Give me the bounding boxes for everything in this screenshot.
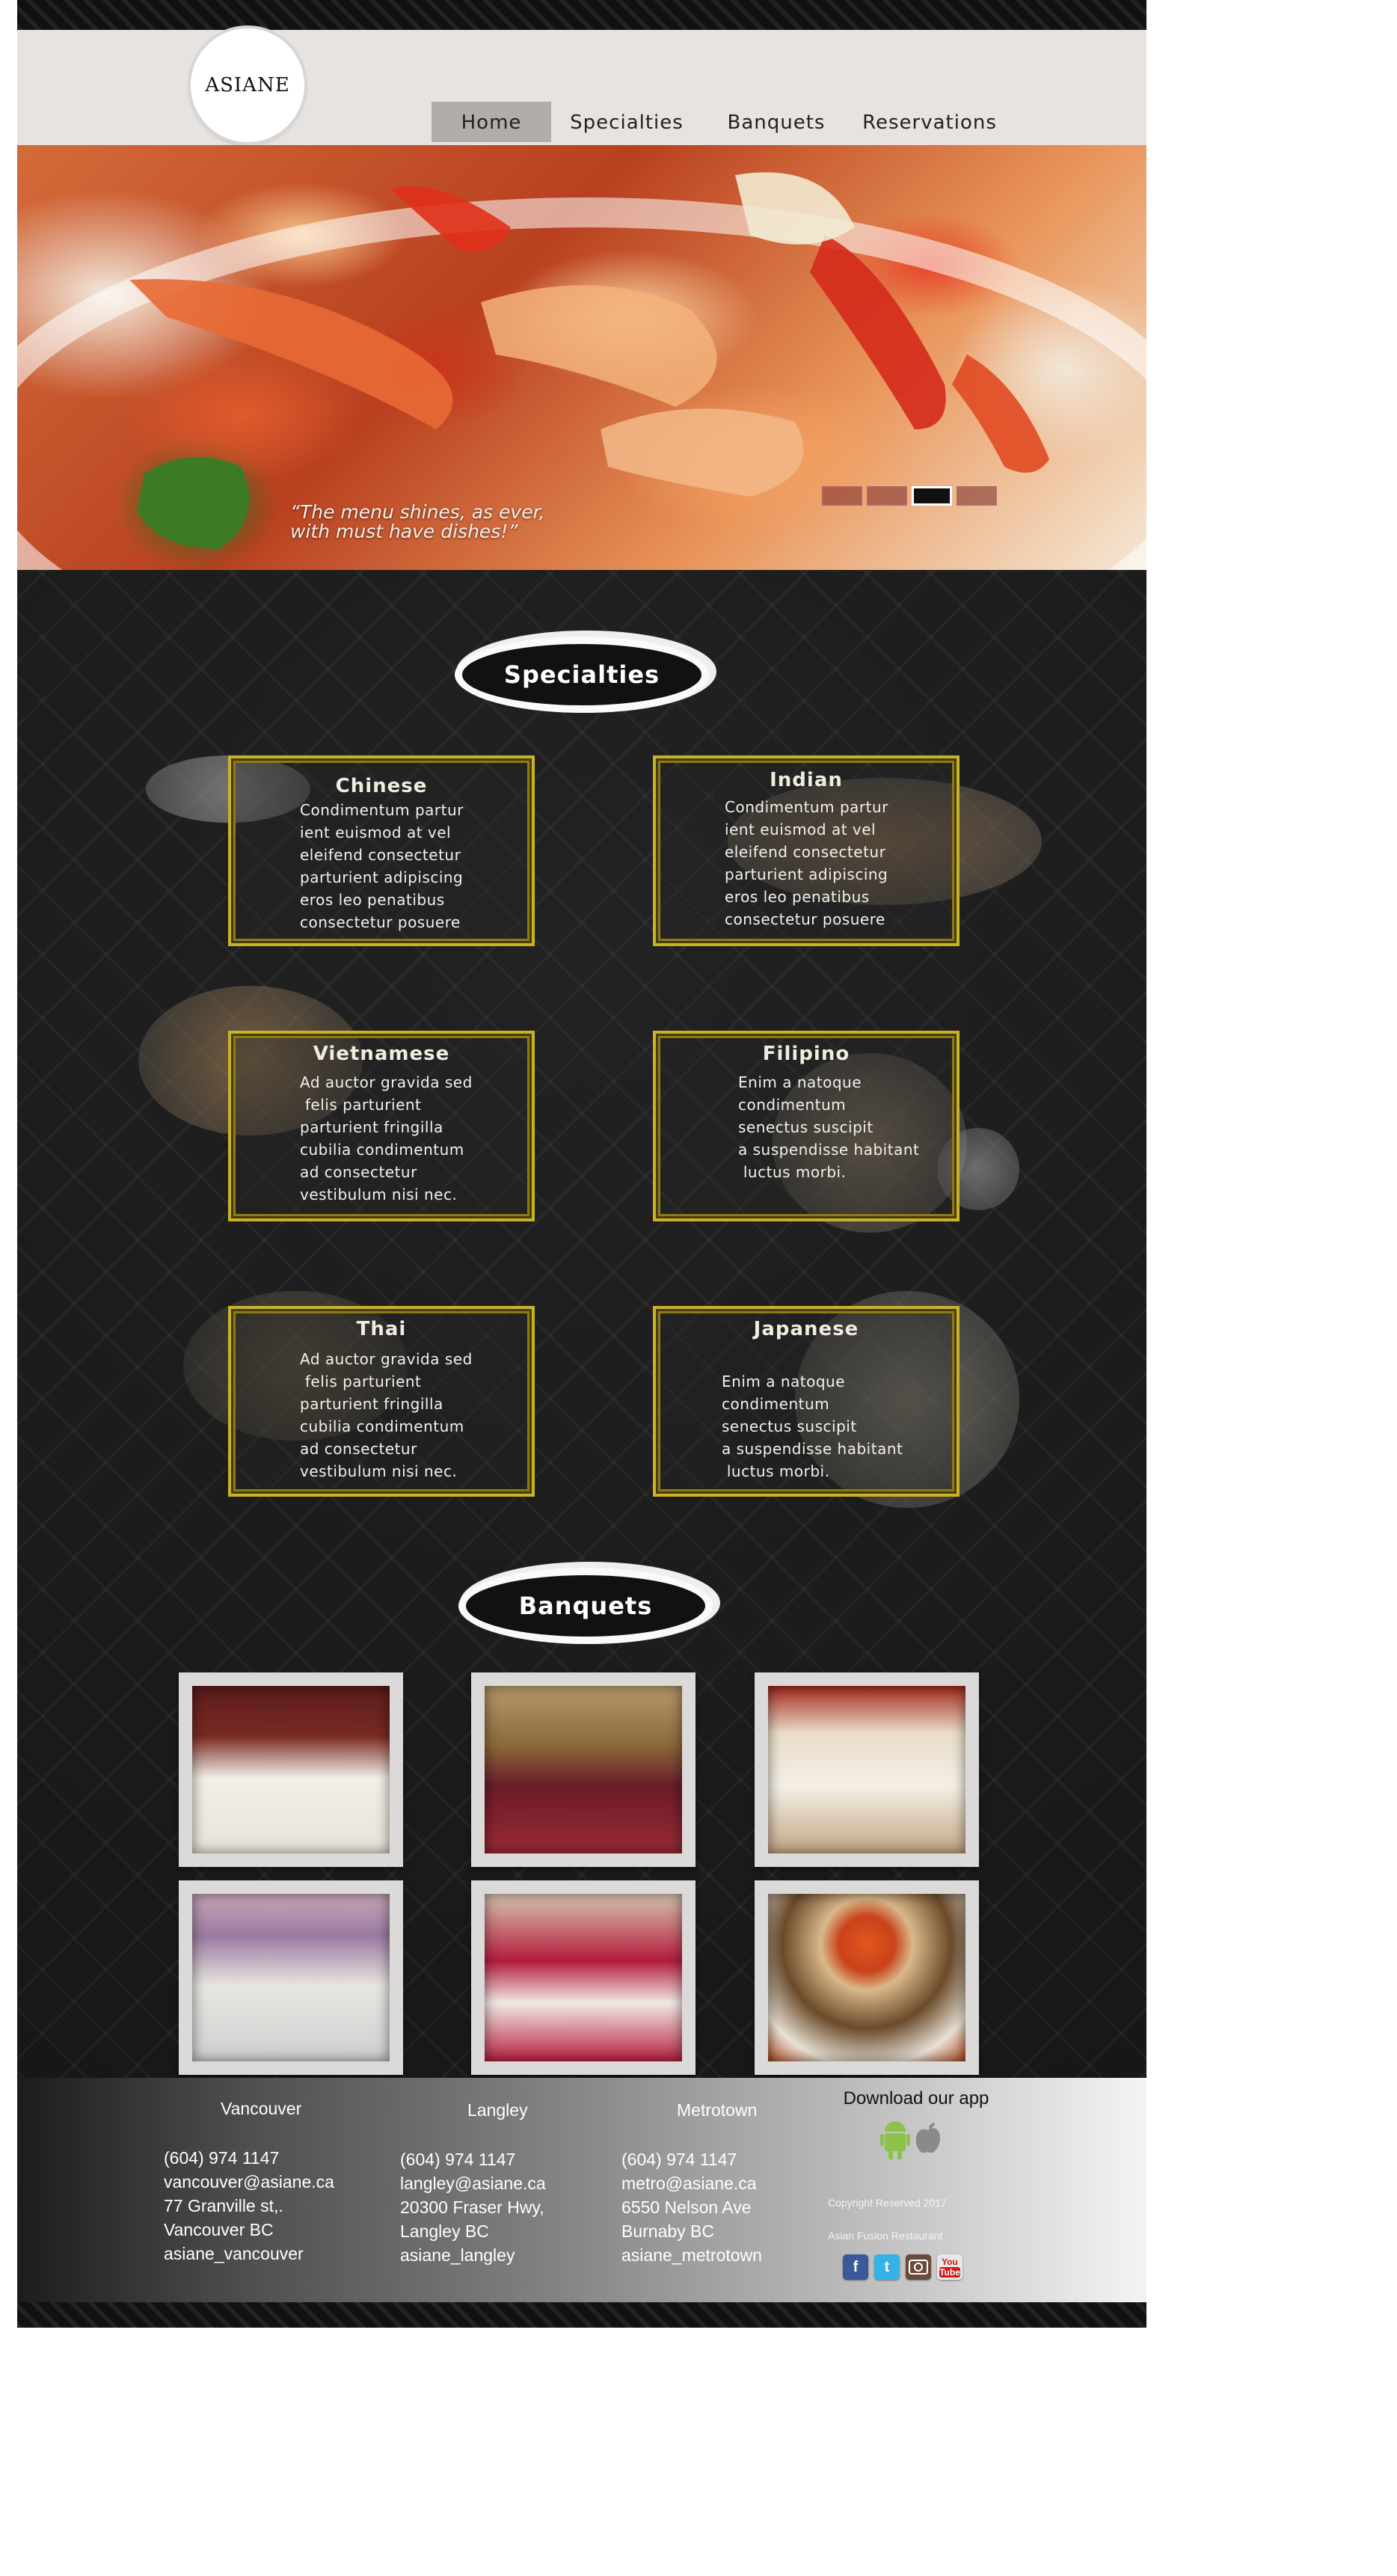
- banquets-heading-badge: Banquets: [451, 1565, 720, 1647]
- instagram-icon[interactable]: [906, 2254, 931, 2280]
- top-pattern-bar: [17, 0, 1146, 30]
- red-table-hall-photo: [485, 1894, 682, 2061]
- location-city: Metrotown: [677, 2100, 758, 2120]
- hero-food-image: [17, 172, 1146, 570]
- banquet-photo-4[interactable]: [179, 1880, 403, 2075]
- android-icon[interactable]: [880, 2118, 910, 2160]
- facebook-icon[interactable]: f: [843, 2254, 868, 2280]
- specialty-card-chinese[interactable]: Chinese Condimentum partur ient euismod a…: [146, 755, 535, 946]
- location-email[interactable]: langley@asiane.ca: [400, 2174, 546, 2194]
- footer: Vancouver (604) 974 1147 vancouver@asian…: [17, 2078, 1146, 2302]
- slider-dot-1[interactable]: [822, 486, 862, 506]
- shrimp: [481, 285, 717, 407]
- shrimp: [129, 279, 453, 429]
- banquet-photo-1[interactable]: [179, 1672, 403, 1867]
- banquet-hall-photo: [192, 1686, 390, 1853]
- tagline: Asian Fusion Restaurant: [828, 2230, 943, 2242]
- twitter-icon[interactable]: t: [874, 2254, 900, 2280]
- youtube-icon[interactable]: You Tube: [937, 2254, 962, 2280]
- hero-slider[interactable]: “The menu shines, as ever, with must hav…: [17, 145, 1146, 570]
- hero-quote: “The menu shines, as ever, with must hav…: [290, 503, 545, 542]
- banquets-heading: Banquets: [518, 1592, 653, 1620]
- location-social-handle[interactable]: asiane_metrotown: [621, 2245, 762, 2266]
- website-frame: ASIANE Home Specialties Banquets Reserva…: [17, 0, 1146, 2328]
- card-title: Chinese: [335, 775, 428, 797]
- location-address: 20300 Fraser Hwy,: [400, 2198, 544, 2217]
- card-text: Enim a natoque condimentum senectus suscip…: [722, 1373, 903, 1480]
- location-email[interactable]: metro@asiane.ca: [621, 2174, 757, 2194]
- location-email[interactable]: vancouver@asiane.ca: [164, 2172, 334, 2192]
- specialty-card-vietnamese[interactable]: Vietnamese Ad auctor gravida sed felis p…: [138, 986, 535, 1221]
- download-app-label: Download our app: [843, 2088, 989, 2109]
- card-title: Thai: [356, 1318, 407, 1340]
- hero-quote-line-1: “The menu shines, as ever,: [290, 501, 545, 523]
- location-social-handle[interactable]: asiane_langley: [400, 2245, 515, 2266]
- slider-dot-4[interactable]: [957, 486, 997, 506]
- nav-banquets[interactable]: Banquets: [713, 102, 840, 142]
- nav-specialties[interactable]: Specialties: [556, 102, 698, 142]
- location-social-handle[interactable]: asiane_vancouver: [164, 2244, 304, 2264]
- slider-dot-3[interactable]: [912, 486, 952, 506]
- card-text: Condimentum partur ient euismod at vel ele…: [300, 801, 464, 931]
- card-title: Vietnamese: [313, 1043, 450, 1065]
- apple-icon[interactable]: [913, 2121, 943, 2157]
- card-text: Ad auctor gravida sed felis parturient pa…: [300, 1073, 473, 1203]
- youtube-tube: Tube: [939, 2267, 960, 2278]
- location-city: Vancouver: [221, 2099, 302, 2118]
- card-text: Ad auctor gravida sed felis parturient pa…: [300, 1350, 473, 1480]
- dining-room-photo: [768, 1686, 965, 1853]
- pepper: [952, 355, 1049, 473]
- logo-text: ASIANE: [205, 74, 290, 96]
- copyright: Copyright Reserved 2017: [828, 2197, 947, 2209]
- card-text: Enim a natoque condimentum senectus suscip…: [738, 1073, 920, 1181]
- card-title: Indian: [770, 769, 843, 791]
- slider-dot-2[interactable]: [867, 486, 907, 506]
- specialty-card-indian[interactable]: Indian Condimentum partur ient euismod at…: [653, 755, 1042, 946]
- reception-hall-photo: [192, 1894, 390, 2061]
- broccoli: [137, 457, 249, 549]
- card-title: Filipino: [762, 1043, 850, 1065]
- specialty-card-filipino[interactable]: Filipino Enim a natoque condimentum senect…: [653, 1031, 1019, 1233]
- specialties-heading-badge: Specialties: [447, 634, 716, 716]
- location-city-province: Vancouver BC: [164, 2220, 274, 2239]
- banquet-photo-2[interactable]: [471, 1672, 696, 1867]
- nav-home[interactable]: Home: [432, 102, 551, 142]
- youtube-you: You: [942, 2257, 958, 2267]
- card-title: Japanese: [753, 1318, 859, 1340]
- banquet-photo-3[interactable]: [755, 1672, 979, 1867]
- location-address: 77 Granville st,.: [164, 2196, 283, 2215]
- location-city-province: Burnaby BC: [621, 2221, 715, 2241]
- shrimp: [601, 408, 804, 497]
- hero-quote-line-2: with must have dishes!”: [290, 521, 518, 542]
- specialty-card-thai[interactable]: Thai Ad auctor gravida sed felis parturi…: [183, 1291, 535, 1497]
- location-address: 6550 Nelson Ave: [621, 2198, 752, 2217]
- location-city-province: Langley BC: [400, 2221, 489, 2241]
- bottom-pattern-bar: [17, 2302, 1146, 2328]
- camera-glyph: [909, 2260, 928, 2275]
- onion: [735, 172, 855, 245]
- banquet-photo-6[interactable]: [755, 1880, 979, 2075]
- banquet-photo-5[interactable]: [471, 1880, 696, 2075]
- logo[interactable]: ASIANE: [191, 28, 304, 142]
- specialty-card-japanese[interactable]: Japanese Enim a natoque condimentum senect…: [653, 1291, 1019, 1508]
- ballroom-photo: [485, 1686, 682, 1853]
- stage-hall-photo: [768, 1894, 965, 2061]
- nav-reservations[interactable]: Reservations: [847, 102, 1012, 142]
- card-text: Condimentum partur ient euismod at vel ele…: [725, 798, 888, 928]
- location-phone[interactable]: (604) 974 1147: [621, 2150, 737, 2170]
- location-phone[interactable]: (604) 974 1147: [164, 2148, 279, 2168]
- location-city: Langley: [467, 2100, 528, 2120]
- location-phone[interactable]: (604) 974 1147: [400, 2150, 515, 2170]
- specialties-heading: Specialties: [503, 660, 660, 689]
